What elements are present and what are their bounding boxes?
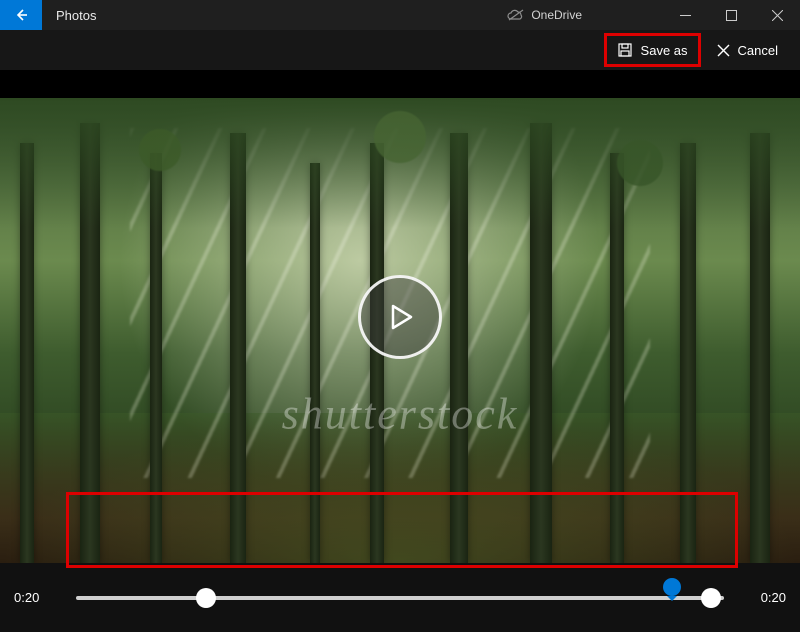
playhead-marker[interactable] [663, 578, 681, 596]
app-title: Photos [56, 8, 507, 23]
cancel-button[interactable]: Cancel [707, 37, 788, 64]
cancel-label: Cancel [738, 43, 778, 58]
maximize-button[interactable] [708, 0, 754, 30]
trim-slider[interactable] [76, 596, 724, 600]
close-button[interactable] [754, 0, 800, 30]
x-icon [717, 44, 730, 57]
save-icon [617, 42, 633, 58]
trim-start-handle[interactable] [196, 588, 216, 608]
time-end: 0:20 [734, 590, 786, 605]
watermark-text: shutterstock [282, 389, 519, 440]
titlebar: Photos OneDrive [0, 0, 800, 30]
close-icon [772, 10, 783, 21]
arrow-left-icon [13, 7, 29, 23]
save-as-button[interactable]: Save as [604, 33, 701, 67]
play-icon [383, 300, 417, 334]
time-start: 0:20 [14, 590, 66, 605]
action-toolbar: Save as Cancel [0, 30, 800, 70]
minimize-icon [680, 10, 691, 21]
back-button[interactable] [0, 0, 42, 30]
minimize-button[interactable] [662, 0, 708, 30]
onedrive-label: OneDrive [531, 8, 582, 22]
onedrive-status[interactable]: OneDrive [507, 8, 582, 22]
canopy [0, 98, 800, 228]
cloud-icon [507, 9, 525, 21]
maximize-icon [726, 10, 737, 21]
trim-end-handle[interactable] [701, 588, 721, 608]
trim-controls: 0:20 0:20 [0, 563, 800, 632]
save-as-label: Save as [641, 43, 688, 58]
video-preview-area: shutterstock [0, 70, 800, 563]
play-button[interactable] [358, 275, 442, 359]
